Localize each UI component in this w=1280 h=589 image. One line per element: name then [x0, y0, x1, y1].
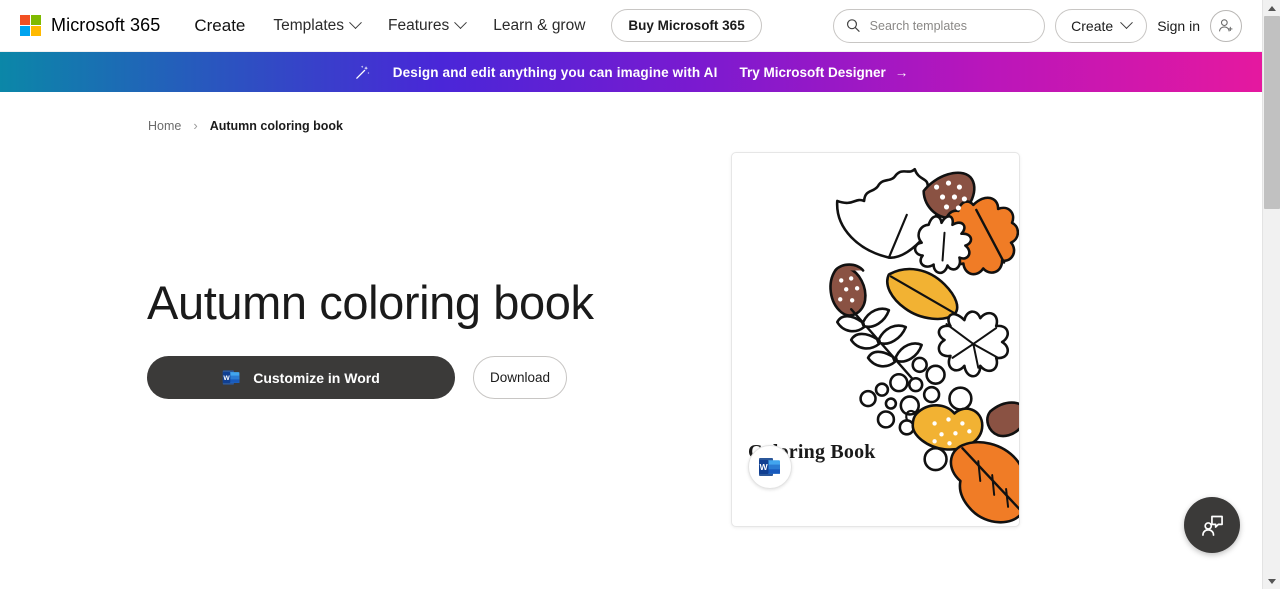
- main-nav: Create Templates Features Learn & grow B…: [194, 9, 762, 42]
- search-input[interactable]: [869, 18, 1033, 33]
- chevron-down-icon: [454, 16, 468, 30]
- download-button[interactable]: Download: [473, 356, 567, 399]
- svg-text:W: W: [760, 462, 769, 472]
- site-header: Microsoft 365 Create Templates Features …: [0, 0, 1262, 52]
- triangle-up-icon: [1268, 5, 1276, 11]
- nav-item-create[interactable]: Create: [194, 10, 259, 42]
- nav-item-learn-grow[interactable]: Learn & grow: [479, 11, 599, 41]
- banner-text: Design and edit anything you can imagine…: [392, 64, 718, 80]
- word-icon: W: [223, 370, 240, 385]
- svg-text:W: W: [224, 375, 231, 382]
- buy-microsoft-365-button[interactable]: Buy Microsoft 365: [611, 9, 762, 42]
- arrow-right-icon: →: [894, 64, 909, 80]
- breadcrumb-home-link[interactable]: Home: [148, 119, 181, 133]
- brand-logo[interactable]: Microsoft 365: [20, 15, 160, 36]
- nav-item-label: Templates: [273, 16, 345, 34]
- breadcrumb: Home › Autumn coloring book: [148, 118, 343, 133]
- breadcrumb-current: Autumn coloring book: [209, 118, 344, 133]
- create-button-label: Create: [1071, 17, 1114, 34]
- nav-item-label: Learn & grow: [493, 16, 586, 34]
- scroll-down-button[interactable]: [1263, 573, 1280, 589]
- person-add-icon: [1219, 18, 1233, 31]
- chevron-down-icon: [349, 16, 362, 30]
- create-dropdown-button[interactable]: Create: [1055, 8, 1148, 43]
- page-root: Microsoft 365 Create Templates Features …: [0, 0, 1280, 589]
- feedback-button[interactable]: [1184, 497, 1240, 553]
- nav-item-label: Features: [388, 16, 450, 34]
- chevron-right-icon: ›: [193, 118, 198, 133]
- try-designer-link[interactable]: Try Microsoft Designer →: [739, 65, 908, 80]
- nav-item-label: Create: [194, 15, 246, 35]
- word-icon: W: [759, 458, 780, 476]
- chevron-down-icon: [1120, 16, 1134, 30]
- page-scrollbar[interactable]: [1262, 0, 1280, 589]
- promo-banner[interactable]: Design and edit anything you can imagine…: [0, 52, 1262, 92]
- sign-in-link[interactable]: Sign in: [1157, 18, 1200, 34]
- magic-wand-icon: [355, 65, 370, 79]
- scroll-up-button[interactable]: [1263, 0, 1280, 16]
- action-buttons: W Customize in Word Download: [147, 356, 567, 399]
- avatar[interactable]: [1210, 9, 1242, 42]
- nav-item-templates[interactable]: Templates: [259, 11, 374, 41]
- primary-button-label: Customize in Word: [253, 369, 380, 386]
- customize-in-word-button[interactable]: W Customize in Word: [147, 356, 455, 399]
- page-title: Autumn coloring book: [147, 276, 594, 329]
- header-right-group: Create Sign in: [833, 8, 1242, 43]
- person-speech-bubble-icon: [1201, 515, 1223, 536]
- word-app-badge: W: [748, 445, 792, 489]
- search-box[interactable]: [833, 8, 1046, 43]
- triangle-down-icon: [1268, 578, 1276, 584]
- banner-cta-label: Try Microsoft Designer: [739, 64, 886, 80]
- brand-name: Microsoft 365: [51, 15, 161, 35]
- template-preview-card[interactable]: Coloring Book W: [731, 152, 1020, 527]
- scrollbar-thumb[interactable]: [1264, 16, 1280, 209]
- nav-item-features[interactable]: Features: [374, 11, 479, 41]
- microsoft-logo-icon: [20, 15, 41, 36]
- search-icon: [847, 19, 860, 32]
